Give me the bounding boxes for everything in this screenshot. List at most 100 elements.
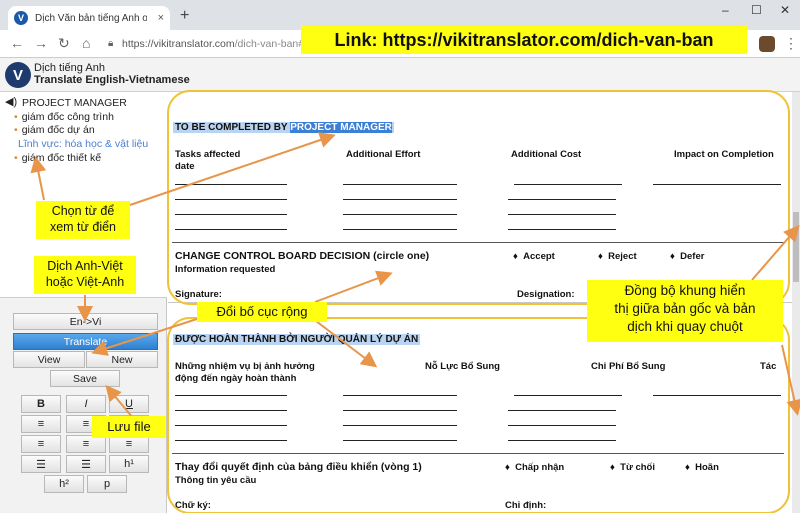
save-file-callout: Lưu file xyxy=(92,416,166,438)
translate-button[interactable]: Translate xyxy=(13,333,158,350)
underline xyxy=(508,440,616,441)
designation-label: Chỉ định: xyxy=(505,500,547,511)
address-bar[interactable]: https://vikitranslator.com/dich-van-ban# xyxy=(122,38,304,50)
minimize-icon[interactable]: – xyxy=(722,3,729,17)
col-impact: Impact on Completion xyxy=(674,149,774,160)
home-icon[interactable]: ⌂ xyxy=(82,35,90,51)
underline xyxy=(343,214,457,215)
extension-icon[interactable] xyxy=(759,36,775,52)
option-label: Accept xyxy=(523,251,555,262)
forward-icon[interactable]: → xyxy=(34,35,48,51)
selected-text[interactable]: PROJECT MANAGER xyxy=(290,122,392,133)
underline xyxy=(343,199,457,200)
new-tab-button[interactable]: + xyxy=(180,7,189,25)
underline xyxy=(343,410,457,411)
underline xyxy=(508,410,616,411)
tab-close-icon[interactable]: × xyxy=(158,12,164,24)
bullet-list-button[interactable]: ☰ xyxy=(21,455,61,473)
direction-button[interactable]: En->Vi xyxy=(13,313,158,330)
underline xyxy=(175,425,287,426)
dictionary-entry-text: giám đốc dự án xyxy=(21,124,95,136)
underline xyxy=(343,229,457,230)
underline xyxy=(343,440,457,441)
underline xyxy=(175,214,287,215)
speaker-icon[interactable]: ◀) xyxy=(5,95,17,108)
option-reject: ♦ Từ chối xyxy=(610,462,655,473)
dictionary-entry[interactable]: • giám đốc công trình xyxy=(14,111,114,123)
original-heading-prefix: TO BE COMPLETED BY xyxy=(175,122,288,133)
col-tasks: Tasks affected xyxy=(175,149,241,160)
scrollbar[interactable] xyxy=(792,92,800,513)
bullet-icon: • xyxy=(14,152,18,164)
bullet-icon: • xyxy=(14,111,18,123)
heading1-button[interactable]: h¹ xyxy=(109,455,149,473)
italic-button[interactable]: I xyxy=(66,395,106,413)
view-button[interactable]: View xyxy=(13,351,85,368)
original-heading[interactable]: TO BE COMPLETED BY PROJECT MANAGER xyxy=(173,122,394,133)
link-callout: Link: https://vikitranslator.com/dich-va… xyxy=(301,26,747,54)
col-cost: Additional Cost xyxy=(511,149,582,160)
option-accept: ♦ Accept xyxy=(513,251,555,262)
dictionary-entry[interactable]: • giám đốc dự án xyxy=(14,124,95,136)
maximize-icon[interactable]: ☐ xyxy=(751,3,762,17)
underline xyxy=(175,440,287,441)
underline xyxy=(175,395,287,396)
option-label: Hoãn xyxy=(695,462,719,473)
underline xyxy=(343,184,457,185)
col-tasks-date: động đến ngày hoàn thành xyxy=(175,373,297,384)
paragraph-button[interactable]: p xyxy=(87,475,127,493)
decision-title: CHANGE CONTROL BOARD DECISION (circle on… xyxy=(175,250,430,262)
heading2-button[interactable]: h² xyxy=(44,475,84,493)
dictionary-entry[interactable]: • giám đốc thiết kế xyxy=(14,152,101,164)
field-label: Lĩnh vực: hóa học & vật liệu xyxy=(18,138,149,150)
reload-icon[interactable]: ↻ xyxy=(58,35,70,52)
justify-button[interactable]: ≡ xyxy=(21,435,61,453)
option-defer: ♦ Defer xyxy=(670,251,705,262)
underline xyxy=(508,199,616,200)
dictionary-entry-text: giám đốc công trình xyxy=(21,111,114,123)
layout-callout: Đổi bố cục rộng xyxy=(197,302,327,322)
underline xyxy=(343,425,457,426)
bullet-icon: • xyxy=(14,124,18,136)
underline xyxy=(175,184,287,185)
option-accept: ♦ Chấp nhận xyxy=(505,462,565,473)
underline xyxy=(514,395,622,396)
info-requested: Thông tin yêu cầu xyxy=(175,475,257,486)
section-divider xyxy=(172,453,784,454)
new-button[interactable]: New xyxy=(86,351,158,368)
translate-direction-callout: Dịch Anh-Việt hoặc Việt-Anh xyxy=(34,256,136,294)
underline xyxy=(508,229,616,230)
decision-title: Thay đổi quyết định của bảng điều khiển … xyxy=(175,461,422,473)
menu-icon[interactable]: ⋮ xyxy=(784,35,798,52)
logo: V xyxy=(5,62,31,88)
underline xyxy=(175,229,287,230)
option-label: Từ chối xyxy=(620,462,655,473)
number-list-button[interactable]: ☰ xyxy=(66,455,106,473)
translated-heading[interactable]: ĐƯỢC HOÀN THÀNH BỞI NGƯỜI QUẢN LÝ DỰ ÁN xyxy=(173,334,421,345)
scrollbar-thumb[interactable] xyxy=(793,212,799,282)
dictionary-headword: PROJECT MANAGER xyxy=(22,97,127,109)
align-left-button[interactable]: ≡ xyxy=(21,415,61,433)
save-button[interactable]: Save xyxy=(50,370,120,387)
underline xyxy=(343,395,457,396)
option-label: Defer xyxy=(680,251,705,262)
bold-button[interactable]: B xyxy=(21,395,61,413)
underline xyxy=(514,184,622,185)
signature-label: Chữ ký: xyxy=(175,500,211,511)
section-divider xyxy=(172,242,784,243)
underline xyxy=(653,184,781,185)
back-icon[interactable]: ← xyxy=(10,35,24,51)
browser-tab[interactable]: V Dịch Văn bản tiếng Anh online × xyxy=(8,6,170,30)
dictionary-entry-text: giám đốc thiết kế xyxy=(21,152,102,164)
option-defer: ♦ Hoãn xyxy=(685,462,719,473)
info-requested: Information requested xyxy=(175,264,276,275)
close-window-icon[interactable]: ✕ xyxy=(780,3,790,17)
lock-icon[interactable]: 🔒︎ xyxy=(108,38,113,49)
favicon-icon: V xyxy=(14,11,28,25)
col-cost: Chi Phí Bổ Sung xyxy=(591,361,666,372)
option-label: Chấp nhận xyxy=(515,462,565,473)
col-tasks-date: date xyxy=(175,161,195,172)
underline xyxy=(653,395,781,396)
url-path: /dich-van-ban# xyxy=(234,38,305,50)
underline-button[interactable]: U xyxy=(109,395,149,413)
